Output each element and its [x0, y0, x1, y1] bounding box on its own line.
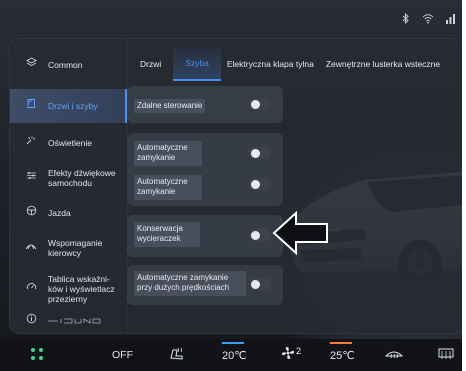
high-speed-close-label: Automatyczne zamykanie przy dużych prędk… [134, 271, 246, 296]
setting-card-wiper-maintenance: Konserwacja wycieraczek [127, 215, 283, 257]
tab-exterior-mirrors[interactable]: Zewnętrzne lusterka wsteczne [320, 47, 446, 81]
auto-close-2-toggle[interactable] [249, 178, 271, 190]
sidebar-item-label: Oświetlenie [48, 137, 92, 148]
tab-bar: Drzwi Szyba Elektryczna klapa tylna Zewn… [128, 47, 462, 81]
door-icon [24, 98, 38, 113]
sidebar-item-label: Tablica wskaźni-ków i wyświetlacz przezi… [48, 273, 115, 305]
wiper-maintenance-toggle[interactable] [249, 229, 271, 241]
sidebar-item-sound-effects[interactable]: Efekty dźwiękowe samochodu [10, 161, 127, 195]
remote-control-label: Zdalne sterowanie [134, 99, 206, 114]
sliders-icon [24, 170, 38, 185]
setting-card-high-speed-close: Automatyczne zamykanie przy dużych prędk… [127, 265, 283, 305]
wiper-maintenance-label: Konserwacja wycieraczek [134, 222, 200, 247]
tab-label: Drzwi [140, 59, 162, 69]
layers-icon [24, 57, 38, 72]
remote-control-toggle[interactable] [249, 98, 271, 110]
info-icon [24, 313, 38, 328]
ac-status[interactable]: OFF [112, 349, 133, 361]
right-temp[interactable]: 25℃ [330, 349, 355, 362]
tab-label: Zewnętrzne lusterka wsteczne [325, 59, 441, 69]
bluetooth-icon [402, 12, 410, 27]
sidebar-item-label: Drzwi i szyby [48, 100, 98, 111]
pointer-arrow-icon [272, 210, 328, 256]
sidebar-item-info[interactable] [10, 311, 127, 331]
screen: Common Drzwi i szyby Oświetlenie Efekty … [0, 0, 462, 371]
auto-close-label: Automatyczne zamykanie [134, 141, 202, 166]
seat-heat-icon[interactable] [168, 346, 186, 365]
tab-power-tailgate[interactable]: Elektryczna klapa tylna [221, 47, 320, 81]
sidebar-item-label: Efekty dźwiękowe samochodu [48, 167, 116, 188]
signal-icon [446, 13, 456, 27]
sidebar-item-label: Wspomaganie kierowcy [48, 237, 103, 258]
sidebar-item-common[interactable]: Common [10, 53, 127, 77]
tab-doors[interactable]: Drzwi [128, 47, 173, 81]
left-temp-indicator [222, 342, 244, 344]
sidebar-item-label: Jazda [48, 207, 71, 218]
home-icon[interactable] [30, 347, 44, 364]
rear-defrost-icon[interactable] [438, 347, 454, 364]
auto-close-2-label: Automatyczne zamykanie [134, 175, 202, 200]
sidebar-item-lighting[interactable]: Oświetlenie [10, 131, 127, 155]
setting-card-remote-control: Zdalne sterowanie [127, 86, 283, 123]
left-temp[interactable]: 20℃ [222, 349, 247, 362]
gauge-icon [24, 281, 38, 296]
tab-label: Szyba [185, 58, 209, 68]
sidebar-item-driving[interactable]: Jazda [10, 201, 127, 225]
climate-bar: OFF 20℃ 2 25℃ [0, 339, 462, 371]
steering-wheel-icon [24, 205, 38, 220]
light-icon [24, 135, 38, 150]
sidebar-item-driver-assist[interactable]: Wspomaganie kierowcy [10, 231, 127, 265]
auto-close-toggle[interactable] [249, 147, 271, 159]
tab-window[interactable]: Szyba [173, 47, 221, 81]
sidebar-item-dashboard-hud[interactable]: Tablica wskaźni-ków i wyświetlacz przezi… [10, 269, 127, 309]
status-bar [402, 10, 462, 30]
setting-card-auto-close: Automatyczne zamykanie Automatyczne zamy… [127, 133, 283, 206]
fan-level: 2 [296, 346, 302, 356]
wifi-icon [422, 13, 434, 27]
sidebar-item-doors-windows[interactable]: Drzwi i szyby [10, 89, 127, 123]
assist-icon [24, 240, 38, 255]
right-temp-indicator [330, 342, 352, 344]
brand-logo [48, 316, 108, 326]
windshield-defrost-icon[interactable] [384, 347, 404, 364]
settings-sidebar: Common Drzwi i szyby Oświetlenie Efekty … [10, 39, 128, 333]
sidebar-item-label: Common [48, 59, 83, 70]
tab-label: Elektryczna klapa tylna [226, 59, 314, 69]
fan-icon[interactable] [281, 346, 295, 363]
high-speed-close-toggle[interactable] [249, 278, 271, 290]
